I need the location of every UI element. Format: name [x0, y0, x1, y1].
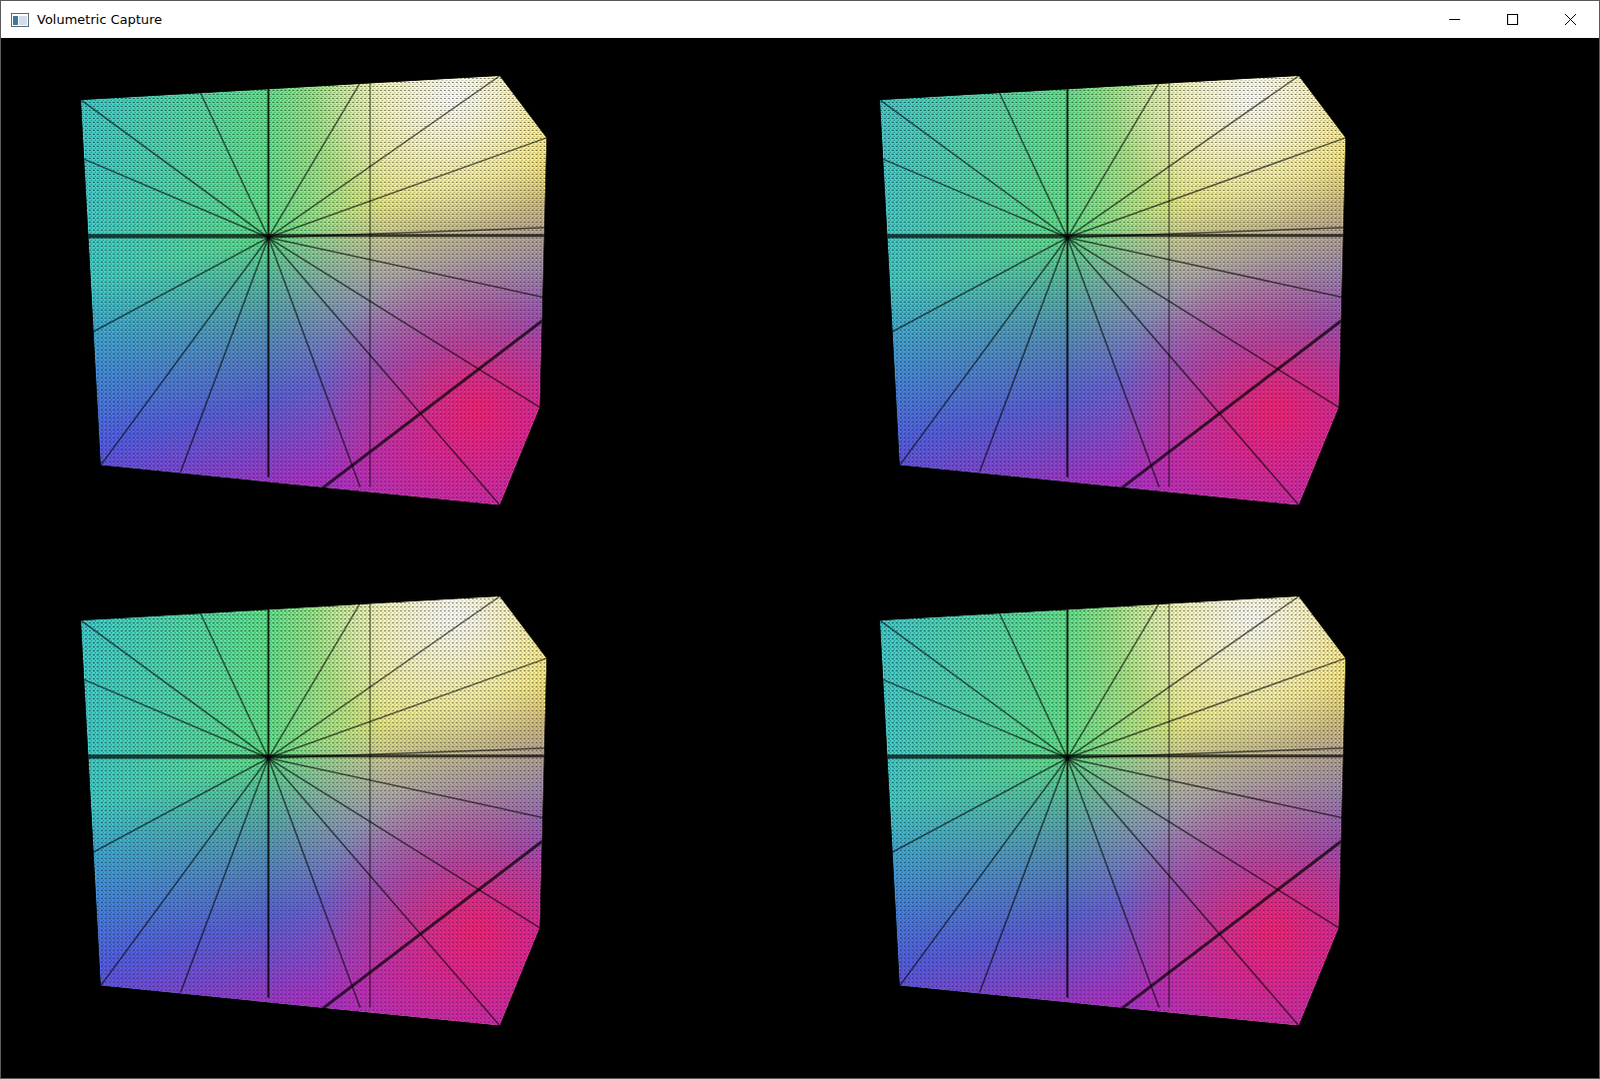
viewport[interactable]	[800, 558, 1600, 1079]
viewport[interactable]	[0, 558, 800, 1079]
minimize-icon	[1449, 13, 1461, 25]
point-cloud[interactable]	[0, 558, 800, 1079]
maximize-icon	[1507, 13, 1519, 25]
close-button[interactable]	[1541, 0, 1600, 38]
point-cloud[interactable]	[800, 37, 1600, 559]
window-controls	[1425, 0, 1600, 38]
window-title: Volumetric Capture	[36, 11, 1426, 27]
viewport[interactable]	[800, 37, 1600, 559]
viewport[interactable]	[0, 37, 800, 559]
close-icon	[1565, 13, 1577, 25]
maximize-button[interactable]	[1483, 0, 1542, 38]
app-icon	[10, 12, 29, 27]
title-bar[interactable]: Volumetric Capture	[0, 0, 1600, 38]
viewport-grid	[0, 37, 1600, 1078]
app-window: Volumetric Capture	[0, 0, 1600, 1079]
point-cloud[interactable]	[800, 558, 1600, 1079]
minimize-button[interactable]	[1425, 0, 1484, 38]
point-cloud[interactable]	[0, 37, 800, 559]
